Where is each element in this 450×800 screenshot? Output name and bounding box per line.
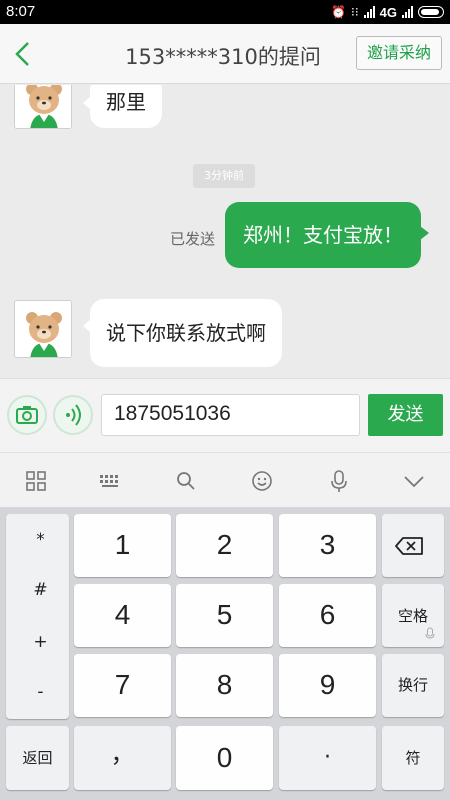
camera-button[interactable] [7,395,47,435]
signal-icon-2 [402,6,413,18]
smiley-icon [252,471,272,491]
keyboard-switch-button[interactable] [96,467,124,495]
message-input[interactable]: 1875051036 [101,394,360,436]
key-6[interactable]: 6 [279,584,376,647]
message-bubble-sent[interactable]: 郑州！支付宝放！ [225,202,429,268]
avatar[interactable] [14,85,72,129]
symbols-key[interactable]: 符 [382,726,444,790]
status-icons: ⏰ ⁝⁝ 4G [331,2,444,22]
bear-avatar-icon [15,301,71,357]
key-hash[interactable]: # [6,580,75,600]
key-1[interactable]: 1 [74,514,171,577]
numeric-keyboard: * # + - 1 2 3 4 5 6 7 8 9 空格 换行 返回 ， 0 ·… [0,508,450,800]
keyboard-search-button[interactable] [172,467,200,495]
newline-key[interactable]: 换行 [382,654,444,717]
keyboard-icon [100,475,118,487]
camera-icon [16,406,38,424]
key-3[interactable]: 3 [279,514,376,577]
status-bar: 8:07 ⏰ ⁝⁝ 4G [0,0,450,24]
grid-icon [26,471,46,491]
signal-icon [363,6,375,18]
sent-status-label: 已发送 [170,230,216,248]
key-5[interactable]: 5 [176,584,273,647]
space-key[interactable]: 空格 [382,584,444,647]
microphone-icon [425,627,435,639]
keyboard-toolbar [0,452,450,508]
backspace-icon [395,537,423,555]
chat-header: 153*****310的提问 邀请采纳 [0,24,450,84]
vibrate-icon: ⁝⁝ [351,5,359,19]
invite-accept-button[interactable]: 邀请采纳 [356,36,442,70]
return-key[interactable]: 返回 [6,726,69,790]
hide-keyboard-button[interactable] [400,467,428,495]
voice-wave-icon [66,404,81,426]
keyboard-grid-button[interactable] [22,467,50,495]
key-7[interactable]: 7 [74,654,171,717]
key-2[interactable]: 2 [176,514,273,577]
voice-button[interactable] [53,395,93,435]
emoji-button[interactable] [248,467,276,495]
key-dot[interactable]: · [279,726,376,790]
symbol-column[interactable]: * # + - [6,514,69,719]
battery-icon [418,6,444,18]
chat-area[interactable]: 那里 3分钟前 已发送 郑州！支付宝放！ 说下你联系放式啊 [0,85,450,378]
avatar[interactable] [14,300,72,358]
message-timestamp: 3分钟前 [193,164,255,188]
key-asterisk[interactable]: * [6,530,75,550]
send-button[interactable]: 发送 [368,394,443,436]
backspace-key[interactable] [382,514,444,577]
alarm-icon: ⏰ [331,5,347,19]
key-9[interactable]: 9 [279,654,376,717]
microphone-icon [331,470,347,492]
key-4[interactable]: 4 [74,584,171,647]
search-icon [177,472,195,490]
message-bubble-received[interactable]: 说下你联系放式啊 [83,299,282,367]
status-time: 8:07 [6,3,36,20]
network-type: 4G [379,4,397,20]
key-comma[interactable]: ， [74,726,171,790]
message-input-bar: 1875051036 发送 [0,378,450,452]
chevron-down-icon [404,476,424,488]
key-minus[interactable]: - [6,682,75,702]
key-0[interactable]: 0 [176,726,273,790]
message-bubble-received[interactable]: 那里 [83,85,162,128]
voice-input-button[interactable] [325,467,353,495]
key-plus[interactable]: + [6,632,75,652]
key-8[interactable]: 8 [176,654,273,717]
bear-avatar-icon [15,85,71,128]
